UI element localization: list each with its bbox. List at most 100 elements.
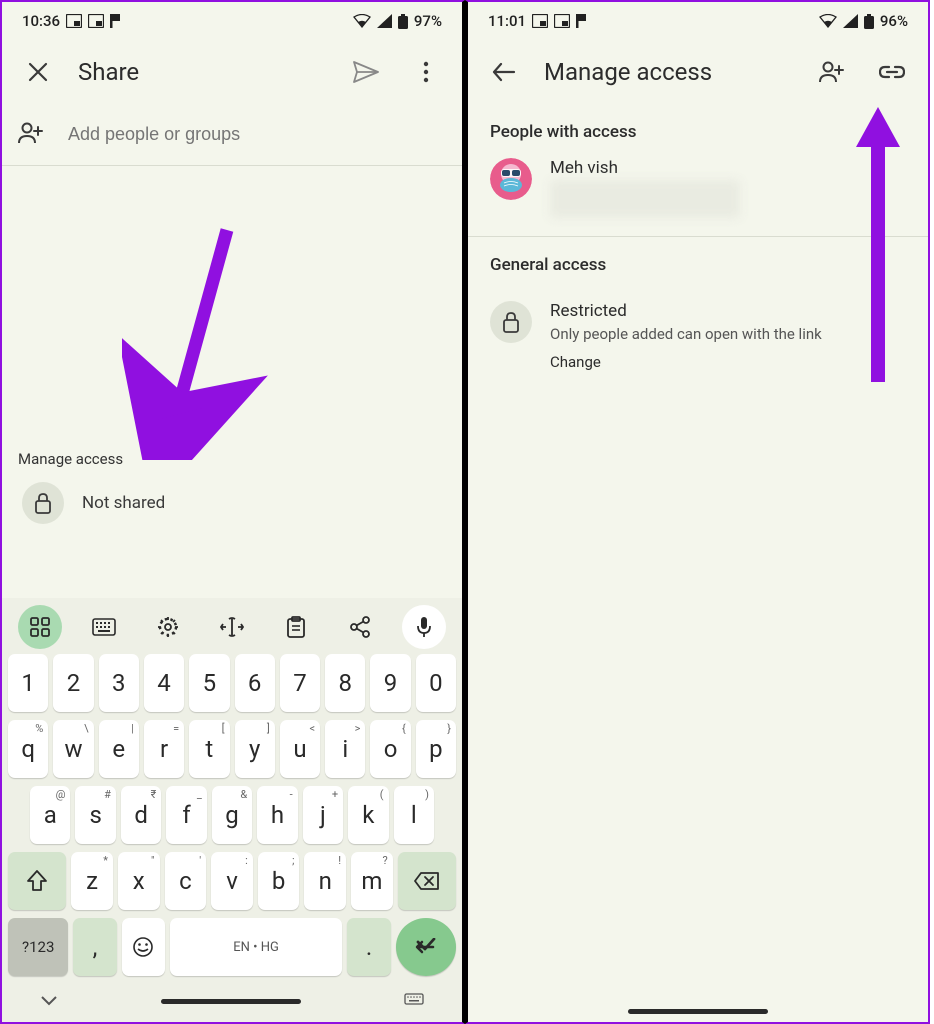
manage-access-screen: 11:01 96% Manage access People with acce… — [465, 0, 930, 1024]
battery-icon — [864, 14, 874, 29]
battery-percent: 96% — [880, 12, 908, 30]
close-icon[interactable] — [18, 52, 58, 92]
kb-share-icon[interactable] — [338, 605, 382, 649]
key-1[interactable]: 1 — [8, 654, 48, 712]
kb-text-cursor-icon[interactable] — [210, 605, 254, 649]
chevron-down-icon[interactable] — [40, 992, 58, 1011]
avatar — [490, 158, 532, 200]
key-period[interactable]: . — [347, 918, 390, 976]
key-5[interactable]: 5 — [189, 654, 229, 712]
general-access-header: General access — [468, 237, 928, 285]
key-d[interactable]: d₹ — [121, 786, 161, 844]
signal-icon — [377, 14, 392, 28]
key-backspace[interactable] — [398, 852, 456, 910]
more-icon[interactable] — [406, 52, 446, 92]
key-y[interactable]: y] — [235, 720, 275, 778]
key-s[interactable]: s# — [75, 786, 115, 844]
kb-settings-icon[interactable] — [146, 605, 190, 649]
key-u[interactable]: u< — [280, 720, 320, 778]
keyboard: 1234567890 q%w\e|r=t[y]u<i>o{p} a@s#d₹f_… — [2, 598, 462, 1022]
send-icon[interactable] — [346, 52, 386, 92]
kb-keyboard-icon[interactable] — [82, 605, 126, 649]
change-button[interactable]: Change — [550, 353, 822, 371]
key-6[interactable]: 6 — [235, 654, 275, 712]
pip-icon-1 — [532, 14, 548, 28]
key-g[interactable]: g& — [212, 786, 252, 844]
key-k[interactable]: k( — [348, 786, 388, 844]
status-time: 10:36 — [22, 12, 60, 30]
kb-apps-icon[interactable] — [18, 605, 62, 649]
key-o[interactable]: o{ — [370, 720, 410, 778]
keyboard-row-qwerty: q%w\e|r=t[y]u<i>o{p} — [2, 716, 462, 782]
key-e[interactable]: e| — [99, 720, 139, 778]
battery-icon — [398, 14, 408, 29]
key-i[interactable]: i> — [325, 720, 365, 778]
key-l[interactable]: l) — [394, 786, 434, 844]
restricted-sub: Only people added can open with the link — [550, 325, 822, 343]
flag-icon — [110, 14, 122, 28]
key-emoji[interactable] — [122, 918, 165, 976]
key-p[interactable]: p} — [416, 720, 456, 778]
key-shift[interactable] — [8, 852, 66, 910]
key-t[interactable]: t[ — [189, 720, 229, 778]
key-9[interactable]: 9 — [370, 654, 410, 712]
key-4[interactable]: 4 — [144, 654, 184, 712]
signal-icon — [843, 14, 858, 28]
person-row[interactable]: Meh vish — [468, 152, 928, 236]
key-2[interactable]: 2 — [53, 654, 93, 712]
kb-clipboard-icon[interactable] — [274, 605, 318, 649]
key-f[interactable]: f_ — [166, 786, 206, 844]
nav-bar — [2, 980, 462, 1022]
pip-icon-2 — [554, 14, 570, 28]
restricted-row: Restricted Only people added can open wi… — [468, 285, 928, 387]
person-add-icon — [18, 122, 44, 148]
nav-pill[interactable] — [628, 1009, 768, 1014]
share-toolbar: Share — [2, 40, 462, 104]
key-z[interactable]: z* — [71, 852, 113, 910]
key-j[interactable]: j+ — [303, 786, 343, 844]
share-screen: 10:36 97% Share Manage access — [0, 0, 465, 1024]
key-m[interactable]: m? — [351, 852, 393, 910]
key-r[interactable]: r= — [144, 720, 184, 778]
person-email-redacted — [550, 180, 740, 218]
add-people-row — [2, 104, 462, 166]
key-c[interactable]: c' — [165, 852, 207, 910]
toolbar-title: Manage access — [544, 58, 792, 86]
key-b[interactable]: b; — [258, 852, 300, 910]
key-x[interactable]: x" — [118, 852, 160, 910]
key-0[interactable]: 0 — [416, 654, 456, 712]
key-w[interactable]: w\ — [53, 720, 93, 778]
key-enter[interactable] — [396, 918, 456, 976]
key-n[interactable]: n! — [304, 852, 346, 910]
kb-mic-icon[interactable] — [402, 605, 446, 649]
status-bar: 10:36 97% — [2, 2, 462, 40]
keyboard-switch-icon[interactable] — [404, 992, 424, 1011]
key-3[interactable]: 3 — [99, 654, 139, 712]
status-time: 11:01 — [488, 12, 526, 30]
people-access-header: People with access — [468, 104, 928, 152]
key-q[interactable]: q% — [8, 720, 48, 778]
lock-icon — [22, 482, 64, 524]
battery-percent: 97% — [414, 12, 442, 30]
key-7[interactable]: 7 — [280, 654, 320, 712]
keyboard-row-zxcv: z*x"c'v:b;n!m? — [2, 848, 462, 914]
key-symbols[interactable]: ?123 — [8, 918, 68, 976]
manage-toolbar: Manage access — [468, 40, 928, 104]
flag-icon — [576, 14, 588, 28]
key-8[interactable]: 8 — [325, 654, 365, 712]
wifi-icon — [819, 14, 837, 28]
back-icon[interactable] — [484, 52, 524, 92]
person-add-icon[interactable] — [812, 52, 852, 92]
keyboard-row-bottom: ?123 , EN • HG . — [2, 914, 462, 980]
link-icon[interactable] — [872, 52, 912, 92]
key-h[interactable]: h- — [257, 786, 297, 844]
nav-pill[interactable] — [161, 999, 301, 1004]
pip-icon-1 — [66, 14, 82, 28]
key-a[interactable]: a@ — [30, 786, 70, 844]
key-comma[interactable]: , — [73, 918, 116, 976]
key-space[interactable]: EN • HG — [170, 918, 343, 976]
key-v[interactable]: v: — [211, 852, 253, 910]
keyboard-row-numbers: 1234567890 — [2, 650, 462, 716]
not-shared-row[interactable]: Not shared — [2, 472, 462, 542]
add-people-input[interactable] — [68, 124, 446, 145]
